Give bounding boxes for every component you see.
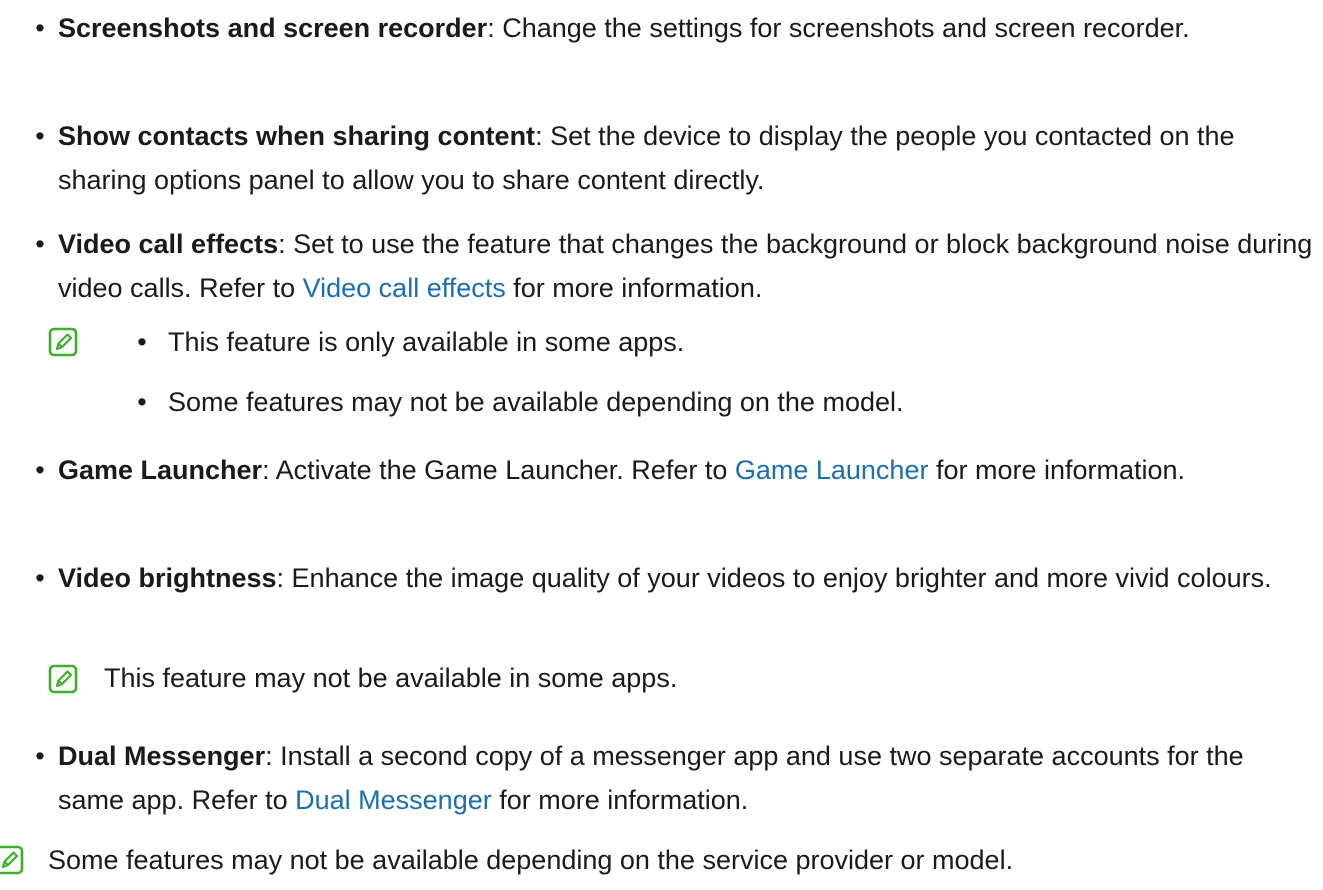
note-item: • This feature is only available in some…	[132, 320, 1292, 364]
bullet: •	[35, 13, 45, 43]
note-text: This feature may not be available in som…	[104, 663, 678, 693]
list-item-video-call-effects: • Video call effects: Set to use the fea…	[24, 222, 1314, 310]
bullet: •	[137, 387, 147, 417]
item-description: : Activate the Game Launcher. Refer to	[262, 455, 735, 485]
list-item-video-brightness: • Video brightness: Enhance the image qu…	[24, 556, 1314, 600]
bullet: •	[35, 741, 45, 771]
list-item-text: Video call effects: Set to use the featu…	[58, 222, 1314, 310]
item-description-end: for more information.	[928, 455, 1186, 485]
item-title: Video brightness	[58, 563, 277, 593]
item-description: : Enhance the image quality of your vide…	[276, 563, 1272, 593]
bullet: •	[35, 229, 45, 259]
document-page: • Screenshots and screen recorder: Chang…	[0, 0, 1323, 890]
bullet: •	[35, 455, 45, 485]
bullet: •	[137, 327, 147, 357]
note-text: This feature is only available in some a…	[168, 327, 685, 357]
note-item: • Some features may not be available dep…	[132, 380, 1292, 424]
item-description-end: for more information.	[491, 785, 749, 815]
game-launcher-link[interactable]: Game Launcher	[735, 455, 929, 485]
list-item-show-contacts: • Show contacts when sharing content: Se…	[24, 114, 1314, 202]
note-pencil-icon	[48, 327, 78, 357]
item-title: Game Launcher	[58, 455, 263, 485]
item-title: Video call effects	[58, 229, 279, 259]
item-description: : Change the settings for screenshots an…	[487, 13, 1190, 43]
note-text: Some features may not be available depen…	[168, 387, 904, 417]
item-title: Show contacts when sharing content	[58, 121, 536, 151]
footer-note-text: Some features may not be available depen…	[48, 845, 1014, 875]
list-item-text: Show contacts when sharing content: Set …	[58, 114, 1314, 202]
bullet: •	[35, 563, 45, 593]
list-item-text: Dual Messenger: Install a second copy of…	[58, 734, 1314, 822]
list-item-screenshots: • Screenshots and screen recorder: Chang…	[24, 6, 1314, 50]
note-pencil-icon	[0, 845, 24, 875]
dual-messenger-link[interactable]: Dual Messenger	[295, 785, 492, 815]
bullet: •	[35, 121, 45, 151]
item-description-end: for more information.	[505, 273, 763, 303]
list-item-text: Game Launcher: Activate the Game Launche…	[58, 448, 1314, 492]
note-pencil-icon	[48, 664, 78, 694]
list-item-dual-messenger: • Dual Messenger: Install a second copy …	[24, 734, 1314, 822]
list-item-text: Screenshots and screen recorder: Change …	[58, 6, 1314, 50]
item-title: Screenshots and screen recorder	[58, 13, 488, 43]
video-call-effects-link[interactable]: Video call effects	[303, 273, 506, 303]
item-title: Dual Messenger	[58, 741, 266, 771]
list-item-game-launcher: • Game Launcher: Activate the Game Launc…	[24, 448, 1314, 492]
list-item-text: Video brightness: Enhance the image qual…	[58, 556, 1314, 600]
